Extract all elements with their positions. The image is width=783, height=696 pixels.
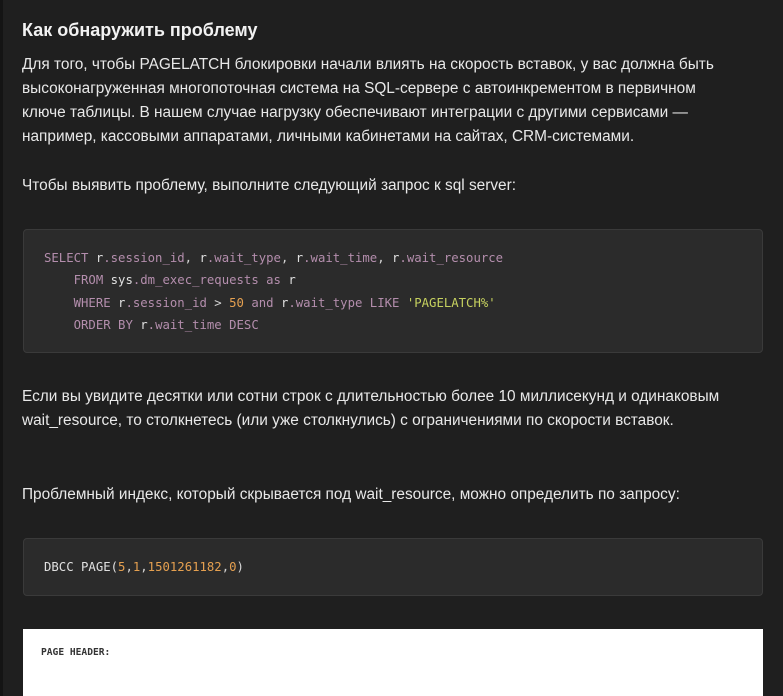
kw-select: SELECT xyxy=(44,251,96,265)
separator-token: , xyxy=(221,560,230,574)
kw-desc: DESC xyxy=(221,318,259,333)
query-intro-paragraph: Чтобы выявить проблему, выполните следую… xyxy=(22,177,516,194)
field-token: .wait_time xyxy=(303,251,378,265)
left-edge-strip xyxy=(0,0,3,696)
dbcc-output-panel: PAGE HEADER: xyxy=(23,629,763,696)
operator-token: > xyxy=(206,295,230,310)
number-token: 1501261182 xyxy=(147,560,222,574)
article-page: Как обнаружить проблему Для того, чтобы … xyxy=(0,0,783,696)
separator-token: , xyxy=(280,251,296,265)
kw-from: FROM xyxy=(73,273,111,288)
page-header-label: PAGE HEADER: xyxy=(41,647,111,658)
separator-token: , xyxy=(184,251,200,265)
schema-token: sys xyxy=(110,273,133,288)
paren-token: ) xyxy=(236,560,244,574)
field-token: .wait_resource xyxy=(399,251,504,265)
dbcc-code-block[interactable]: DBCC PAGE(5,1,1501261182,0) xyxy=(23,538,763,596)
sql-query-code[interactable]: SELECT r.session_id, r.wait_type, r.wait… xyxy=(44,247,503,337)
field-token: .session_id xyxy=(103,251,185,265)
field-token: .wait_type xyxy=(206,251,281,265)
field-token: .wait_time xyxy=(147,318,222,333)
dbcc-code[interactable]: DBCC PAGE(5,1,1501261182,0) xyxy=(44,556,244,578)
alias-token: r xyxy=(288,273,296,288)
intro-line-4: например, кассовыми аппаратами, личными … xyxy=(22,128,635,145)
intro-line-1: Для того, чтобы PAGELATCH блокировки нач… xyxy=(22,56,714,73)
function-token: DBCC PAGE( xyxy=(44,560,119,574)
intro-paragraph: Для того, чтобы PAGELATCH блокировки нач… xyxy=(22,53,752,149)
result-paragraph: Если вы увидите десятки или сотни строк … xyxy=(22,385,752,433)
separator-token: , xyxy=(125,560,133,574)
alias-token: r xyxy=(199,251,207,265)
field-token: .session_id xyxy=(125,295,207,310)
kw-and: and xyxy=(243,295,281,310)
separator-token: , xyxy=(377,251,393,265)
sql-code-block[interactable]: SELECT r.session_id, r.wait_type, r.wait… xyxy=(23,229,763,353)
number-token: 50 xyxy=(229,295,244,310)
field-token: .wait_type xyxy=(288,295,363,310)
kw-order-by: ORDER BY xyxy=(73,318,141,333)
kw-where: WHERE xyxy=(73,295,119,310)
kw-as: as xyxy=(258,273,289,288)
intro-line-2: высоконагруженная многопоточная система … xyxy=(22,80,696,97)
kw-like: LIKE xyxy=(362,295,407,310)
section-heading: Как обнаружить проблему xyxy=(22,20,258,40)
intro-line-3: ключе таблицы. В нашем случае нагрузку о… xyxy=(22,104,688,121)
index-paragraph: Проблемный индекс, который скрывается по… xyxy=(22,486,680,503)
string-token: 'PAGELATCH%' xyxy=(406,295,496,310)
result-line-1: Если вы увидите десятки или сотни строк … xyxy=(22,388,720,405)
alias-token: r xyxy=(140,318,148,333)
number-token: 0 xyxy=(229,560,237,574)
result-line-2: wait_resource, то столкнетесь (или уже с… xyxy=(22,412,674,429)
view-token: .dm_exec_requests xyxy=(132,273,259,288)
separator-token: , xyxy=(140,560,148,574)
